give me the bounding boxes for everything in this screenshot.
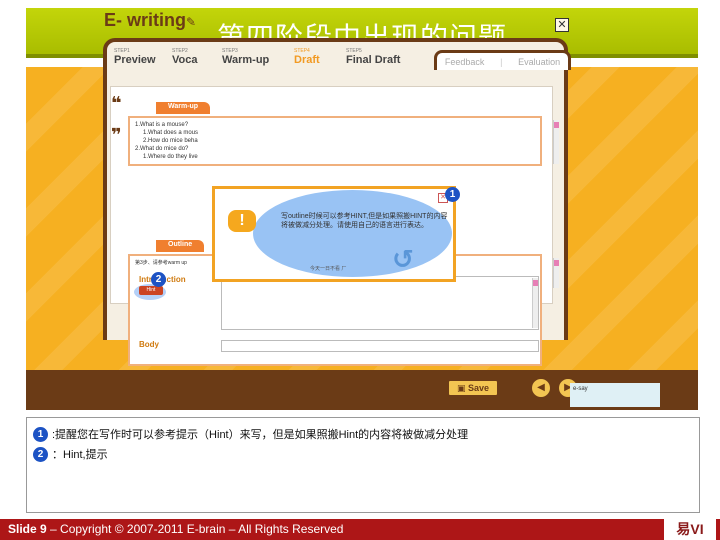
body-label: Body <box>139 340 159 349</box>
warmup-box: 1.What is a mouse? 1.What does a mous 2.… <box>128 116 542 166</box>
step-voca[interactable]: STEP2 Voca <box>166 48 216 78</box>
note-marker-2: 2 <box>33 446 48 462</box>
note-marker-1: 1 <box>33 426 48 442</box>
outline-tab: Outline <box>156 240 205 252</box>
popup-message: 写outline时候可以参考HINT,但是如果照搬HINT的内容将被做减分处理。… <box>281 213 448 229</box>
copyright-text: – Copyright © 2007-2011 E-brain – All Ri… <box>46 522 344 536</box>
callout-marker-1: 1 <box>445 187 460 202</box>
tab-feedback[interactable]: Feedback <box>445 57 485 67</box>
hint-button[interactable]: Hint <box>139 286 163 295</box>
step-warmup[interactable]: STEP3 Warm-up <box>216 48 288 78</box>
outline-scrollbar[interactable] <box>553 258 559 288</box>
step-preview[interactable]: STEP1 Preview <box>108 48 166 78</box>
callout-marker-2: 2 <box>151 272 166 287</box>
step-nav: STEP1 Preview STEP2 Voca STEP3 Warm-up S… <box>108 48 420 78</box>
quote-icon: ❝ <box>111 93 122 113</box>
slide-number: Slide 9 <box>8 522 47 536</box>
step-final-draft[interactable]: STEP5 Final Draft <box>340 48 420 78</box>
warning-icon: ! <box>228 210 256 232</box>
warmup-scrollbar[interactable] <box>553 120 559 164</box>
notes-box: 1 :提醒您在写作时可以参考提示（Hint）来写，但是如果照搬Hint的内容将被… <box>26 417 700 513</box>
app-brand: E- writing✎ <box>104 10 197 30</box>
warmup-tab: Warm-up <box>156 102 211 114</box>
popup-highlight <box>253 190 452 277</box>
save-button[interactable]: ▣ Save <box>447 379 499 397</box>
close-icon[interactable]: ✕ <box>555 18 569 32</box>
popup-dont-show[interactable]: 今天一日不看 厂 <box>310 265 346 272</box>
company-logo: 易VI <box>664 518 716 540</box>
footer-bar: Slide 9 – Copyright © 2007-2011 E-brain … <box>0 519 720 540</box>
esay-logo: e-say <box>570 383 660 407</box>
tab-evaluation[interactable]: Evaluation <box>518 57 560 67</box>
introduction-textarea[interactable] <box>221 276 539 330</box>
prev-button[interactable]: ◀ <box>530 377 552 399</box>
intro-scrollbar[interactable] <box>532 278 538 328</box>
quote-icon: ❞ <box>111 125 122 145</box>
note-2: 2 ：Hint,提示 <box>33 446 108 462</box>
disk-icon: ▣ <box>456 383 468 393</box>
note-1: 1 :提醒您在写作时可以参考提示（Hint）来写，但是如果照搬Hint的内容将被… <box>33 426 468 442</box>
step-draft[interactable]: STEP4 Draft <box>288 48 340 78</box>
pencil-icon: ✎ <box>186 15 197 29</box>
refresh-arrow-icon: ↺ <box>392 244 414 274</box>
body-textarea[interactable] <box>221 340 539 352</box>
right-tabs: Feedback | Evaluation <box>434 50 571 70</box>
